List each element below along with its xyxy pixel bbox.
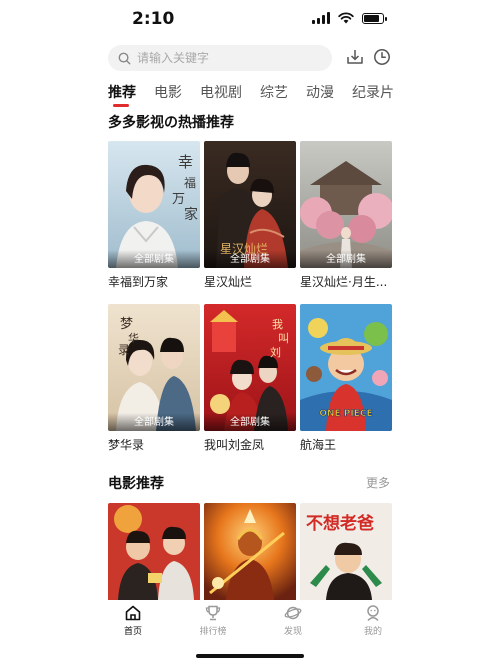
svg-text:幸: 幸 <box>178 153 193 171</box>
poster-image: 幸 福 万 家 全部剧集 <box>108 141 200 268</box>
poster-card[interactable]: 全部剧集 星汉灿烂·月生... <box>300 141 392 290</box>
search-icon <box>118 52 131 64</box>
episode-badge: 全部剧集 <box>108 250 200 268</box>
svg-text:刘: 刘 <box>270 346 281 359</box>
nav-label: 发现 <box>283 627 302 637</box>
poster-text: ONE PIECE <box>319 409 372 419</box>
episode-badge: 全部剧集 <box>300 250 392 268</box>
nav-label: 首页 <box>123 627 142 637</box>
tab-tv-series[interactable]: 电视剧 <box>200 82 242 108</box>
poster-title: 航海王 <box>300 438 337 452</box>
movie-poster-row: 不想老爸 <box>108 503 392 600</box>
search-input[interactable] <box>137 51 307 65</box>
home-indicator <box>196 654 304 658</box>
movie-poster-card[interactable]: 不想老爸 <box>300 503 392 600</box>
status-bar: 2:10 <box>0 0 500 40</box>
search-box[interactable] <box>108 45 332 71</box>
hot-poster-grid: 幸 福 万 家 全部剧集 幸福到万家 星汉灿烂 全部剧集 星汉灿烂 全部剧集 星… <box>108 141 392 453</box>
poster-card[interactable]: 幸 福 万 家 全部剧集 幸福到万家 <box>108 141 200 290</box>
poster-image: 不想老爸 <box>300 503 392 600</box>
tab-anime[interactable]: 动漫 <box>306 82 334 108</box>
poster-image: 梦 华 录 全部剧集 <box>108 304 200 431</box>
download-button[interactable] <box>344 46 366 68</box>
poster-card[interactable]: 梦 华 录 全部剧集 梦华录 <box>108 304 200 453</box>
poster-card[interactable]: ONE PIECE 航海王 <box>300 304 392 453</box>
search-row <box>108 44 396 72</box>
poster-title: 幸福到万家 <box>108 275 169 289</box>
poster-image: 全部剧集 <box>300 141 392 268</box>
movie-section-title: 电影推荐 <box>108 476 164 492</box>
poster-title: 我叫刘金凤 <box>204 438 265 452</box>
trophy-icon <box>205 605 221 621</box>
poster-card[interactable]: 我 叫 刘 全部剧集 我叫刘金凤 <box>204 304 296 453</box>
battery-level <box>364 14 380 22</box>
svg-text:叫: 叫 <box>278 332 289 345</box>
signal-icon <box>312 12 330 24</box>
svg-text:福: 福 <box>184 175 196 190</box>
movie-poster-card[interactable] <box>204 503 296 600</box>
tab-documentary[interactable]: 纪录片 <box>352 82 394 108</box>
episode-badge: 全部剧集 <box>108 413 200 431</box>
nav-label: 我的 <box>363 627 382 637</box>
poster-title: 星汉灿烂·月生... <box>300 275 388 289</box>
movie-poster-card[interactable] <box>108 503 200 600</box>
planet-icon <box>284 606 302 620</box>
poster-image <box>108 503 200 600</box>
poster-card[interactable]: 星汉灿烂 全部剧集 星汉灿烂 <box>204 141 296 290</box>
hot-section-title: 多多影视の热播推荐 <box>108 115 234 131</box>
svg-text:万: 万 <box>172 192 185 207</box>
tab-movie[interactable]: 电影 <box>154 82 182 108</box>
nav-ranking[interactable]: 排行榜 <box>188 604 238 637</box>
battery-icon <box>362 12 387 24</box>
poster-title: 梦华录 <box>108 438 145 452</box>
poster-text: 不想老爸 <box>306 513 374 534</box>
nav-home[interactable]: 首页 <box>108 604 158 637</box>
user-icon <box>367 605 379 622</box>
poster-title: 星汉灿烂 <box>204 275 253 289</box>
tab-recommend[interactable]: 推荐 <box>108 82 136 108</box>
poster-image: 星汉灿烂 全部剧集 <box>204 141 296 268</box>
tab-variety[interactable]: 综艺 <box>260 82 288 108</box>
poster-image: ONE PIECE <box>300 304 392 431</box>
history-button[interactable] <box>371 46 393 68</box>
svg-text:我: 我 <box>272 318 283 331</box>
svg-text:录: 录 <box>118 343 130 357</box>
more-link[interactable]: 更多 <box>366 474 390 491</box>
poster-image <box>204 503 296 600</box>
download-icon <box>347 50 363 64</box>
status-icons <box>312 12 387 24</box>
episode-badge: 全部剧集 <box>204 250 296 268</box>
nav-mine[interactable]: 我的 <box>348 604 398 637</box>
wifi-icon <box>338 12 354 24</box>
episode-badge: 全部剧集 <box>204 413 296 431</box>
svg-text:梦: 梦 <box>120 317 133 332</box>
nav-label: 排行榜 <box>199 627 227 637</box>
category-tabs: 推荐 电影 电视剧 综艺 动漫 纪录片 <box>108 82 394 108</box>
nav-discover[interactable]: 发现 <box>268 604 318 637</box>
status-time: 2:10 <box>132 9 175 29</box>
history-icon <box>374 49 390 65</box>
svg-text:家: 家 <box>184 206 198 223</box>
home-icon <box>125 605 141 621</box>
poster-image: 我 叫 刘 全部剧集 <box>204 304 296 431</box>
